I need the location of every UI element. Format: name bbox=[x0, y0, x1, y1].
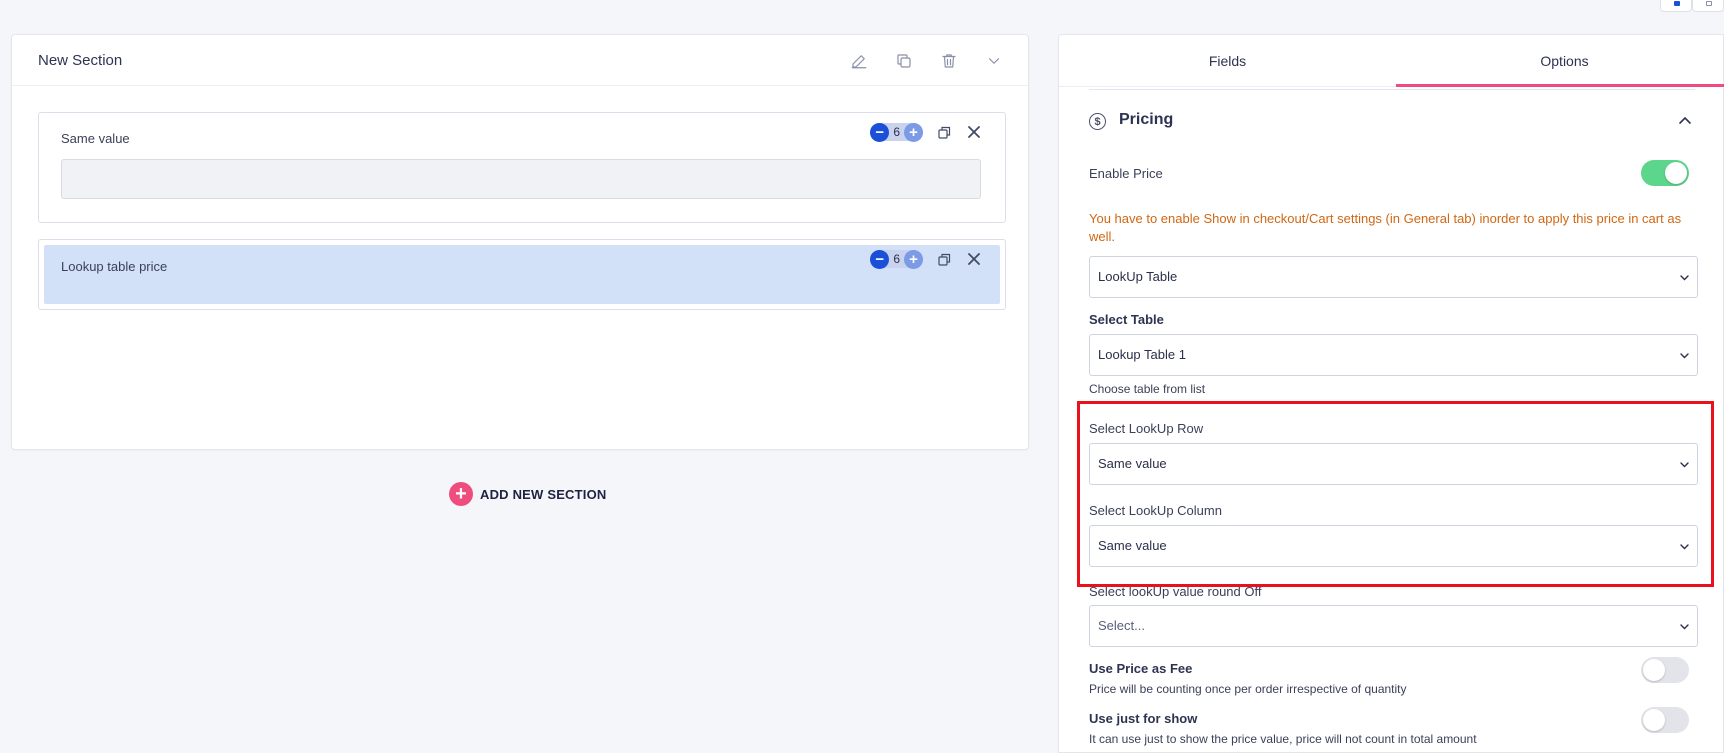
select-table-value: Lookup Table 1 bbox=[1098, 347, 1186, 362]
section-title: New Section bbox=[38, 52, 123, 69]
add-new-section-label: ADD NEW SECTION bbox=[480, 486, 607, 502]
add-new-section-button[interactable]: + ADD NEW SECTION bbox=[449, 482, 607, 506]
copy-field-icon[interactable] bbox=[935, 123, 953, 141]
column-width-control: − 6 + bbox=[870, 249, 923, 269]
pricing-title: Pricing bbox=[1119, 111, 1174, 128]
chevron-down-icon bbox=[1680, 544, 1689, 550]
copy-field-icon[interactable] bbox=[935, 250, 953, 268]
lookup-column-value: Same value bbox=[1098, 538, 1167, 553]
lookup-row-label: Select LookUp Row bbox=[1089, 421, 1204, 436]
chevron-down-icon bbox=[1680, 275, 1689, 281]
use-just-for-show-label: Use just for show bbox=[1089, 711, 1198, 726]
toggle-knob bbox=[1643, 709, 1665, 731]
tab-fields[interactable]: Fields bbox=[1059, 35, 1396, 87]
tab-options[interactable]: Options bbox=[1396, 35, 1724, 87]
round-off-select[interactable]: Select... bbox=[1089, 605, 1698, 647]
price-type-value: LookUp Table bbox=[1098, 269, 1178, 284]
round-off-label: Select lookUp value round Off bbox=[1089, 584, 1262, 599]
pricing-section-header[interactable]: $ Pricing bbox=[1089, 110, 1695, 140]
section-card: New Section Same value − 6 + Lookup tabl… bbox=[11, 34, 1029, 450]
lookup-column-label: Select LookUp Column bbox=[1089, 503, 1222, 518]
lookup-row-select[interactable]: Same value bbox=[1089, 443, 1698, 485]
field-label: Same value bbox=[61, 131, 130, 146]
round-off-placeholder: Select... bbox=[1098, 618, 1145, 633]
chevron-down-icon bbox=[1680, 353, 1689, 359]
select-table-help: Choose table from list bbox=[1089, 382, 1206, 396]
chevron-down-icon bbox=[1680, 624, 1689, 630]
select-table-label: Select Table bbox=[1089, 312, 1164, 327]
use-price-as-fee-toggle[interactable] bbox=[1641, 657, 1689, 683]
form-field-same-value[interactable]: Same value − 6 + bbox=[38, 112, 1006, 223]
form-field-lookup-table-price[interactable]: Lookup table price − 6 + bbox=[38, 239, 1006, 310]
duplicate-icon[interactable] bbox=[892, 49, 916, 73]
pricing-warning-text: You have to enable Show in checkout/Cart… bbox=[1089, 211, 1682, 244]
toggle-knob bbox=[1665, 162, 1687, 184]
use-just-for-show-toggle[interactable] bbox=[1641, 707, 1689, 733]
mobile-icon bbox=[1674, 1, 1680, 6]
active-tab-indicator bbox=[1396, 84, 1724, 87]
section-header: New Section bbox=[12, 35, 1028, 86]
toggle-knob bbox=[1643, 659, 1665, 681]
column-width-value: 6 bbox=[893, 252, 900, 266]
chevron-up-icon[interactable] bbox=[1677, 113, 1693, 129]
price-type-select[interactable]: LookUp Table bbox=[1089, 256, 1698, 298]
lookup-row-value: Same value bbox=[1098, 456, 1167, 471]
chevron-down-icon bbox=[1680, 462, 1689, 468]
select-table-dropdown[interactable]: Lookup Table 1 bbox=[1089, 334, 1698, 376]
use-price-as-fee-help: Price will be counting once per order ir… bbox=[1089, 682, 1407, 696]
chevron-down-icon[interactable] bbox=[982, 49, 1006, 73]
text-input[interactable] bbox=[61, 159, 981, 199]
panel-tabs: Fields Options bbox=[1059, 35, 1724, 87]
enable-price-label: Enable Price bbox=[1089, 166, 1163, 181]
decrease-width-button[interactable]: − bbox=[870, 249, 890, 269]
top-edge-button-2[interactable] bbox=[1692, 0, 1724, 12]
field-label: Lookup table price bbox=[61, 259, 168, 274]
increase-width-button[interactable]: + bbox=[904, 249, 923, 269]
lookup-column-select[interactable]: Same value bbox=[1089, 525, 1698, 567]
close-icon[interactable] bbox=[965, 250, 983, 268]
column-width-control: − 6 + bbox=[870, 122, 923, 142]
top-edge-button-1[interactable] bbox=[1660, 0, 1692, 12]
edit-icon[interactable] bbox=[847, 49, 871, 73]
use-just-for-show-help: It can use just to show the price value,… bbox=[1089, 732, 1477, 746]
desktop-icon bbox=[1706, 1, 1712, 6]
selected-field-highlight bbox=[44, 245, 1000, 304]
enable-price-toggle[interactable] bbox=[1641, 160, 1689, 186]
divider bbox=[1089, 89, 1695, 90]
settings-panel: Fields Options $ Pricing Enable Price Yo… bbox=[1058, 34, 1724, 753]
trash-icon[interactable] bbox=[937, 49, 961, 73]
decrease-width-button[interactable]: − bbox=[870, 122, 890, 142]
close-icon[interactable] bbox=[965, 123, 983, 141]
column-width-value: 6 bbox=[893, 125, 900, 139]
plus-circle-icon: + bbox=[449, 482, 473, 506]
increase-width-button[interactable]: + bbox=[904, 122, 923, 142]
use-price-as-fee-label: Use Price as Fee bbox=[1089, 661, 1193, 676]
dollar-icon: $ bbox=[1089, 113, 1106, 130]
